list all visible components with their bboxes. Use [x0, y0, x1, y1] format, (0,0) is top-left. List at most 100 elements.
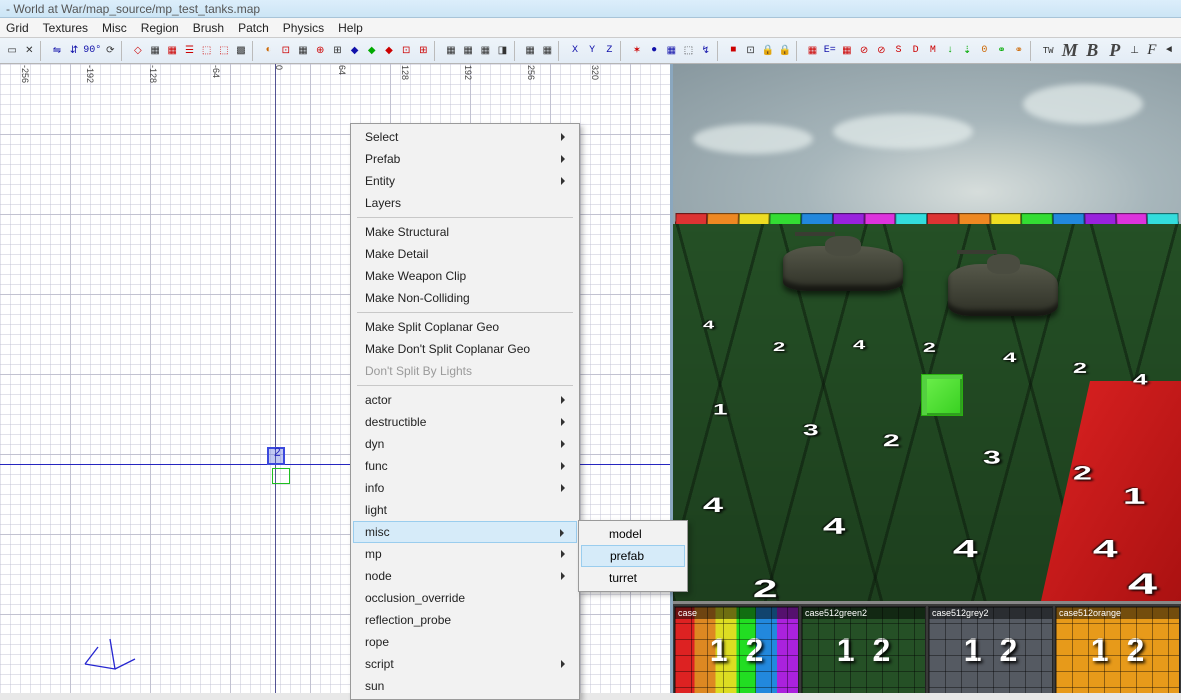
flip-y-icon[interactable]: ⇵ [66, 42, 82, 60]
tool-icon[interactable]: ▦ [295, 42, 311, 60]
tool-icon[interactable]: ⊞ [415, 42, 431, 60]
menu-item-make-structural[interactable]: Make Structural [353, 221, 577, 243]
tool-icon[interactable]: ⊘ [873, 42, 889, 60]
tool-icon[interactable]: ⬚ [216, 42, 232, 60]
tool-icon[interactable]: ⊕ [312, 42, 328, 60]
tool-icon[interactable]: ⊡ [742, 42, 758, 60]
tool-icon[interactable]: ▦ [443, 42, 459, 60]
texture-swatch[interactable]: case512orange12 [1055, 606, 1180, 693]
tool-icon[interactable]: ☰ [181, 42, 197, 60]
menu-item-actor[interactable]: actor [353, 389, 577, 411]
tool-icon[interactable]: ▩ [233, 42, 249, 60]
tool-icon[interactable]: ▦ [804, 42, 820, 60]
menu-help[interactable]: Help [338, 21, 363, 35]
arrow-down-icon[interactable]: ↓ [942, 42, 958, 60]
triangle-icon[interactable]: ◄ [1161, 42, 1177, 60]
tool-icon[interactable]: ▦ [147, 42, 163, 60]
tool-icon[interactable]: ✕ [21, 42, 37, 60]
axis-z-icon[interactable]: Z [601, 42, 617, 60]
tool-icon[interactable]: ▦ [663, 42, 679, 60]
menu-item-misc[interactable]: misc [353, 521, 577, 543]
tool-icon[interactable]: ▦ [839, 42, 855, 60]
menu-item-destructible[interactable]: destructible [353, 411, 577, 433]
selection-3d-gizmo[interactable] [921, 374, 963, 416]
tool-icon[interactable]: ▦ [164, 42, 180, 60]
tool-icon[interactable]: ▦ [477, 42, 493, 60]
menu-item-occlusion-override[interactable]: occlusion_override [353, 587, 577, 609]
menu-item-select[interactable]: Select [353, 126, 577, 148]
menu-patch[interactable]: Patch [238, 21, 269, 35]
tool-icon[interactable]: ◆ [364, 42, 380, 60]
submenu-item-turret[interactable]: turret [581, 567, 685, 589]
tool-icon[interactable]: ▦ [522, 42, 538, 60]
tool-icon[interactable]: ◨ [494, 42, 510, 60]
tool-icon[interactable]: ⬚ [199, 42, 215, 60]
tool-icon[interactable]: ● [646, 42, 662, 60]
menu-item-make-weapon-clip[interactable]: Make Weapon Clip [353, 265, 577, 287]
tool-icon[interactable]: 🔒 [777, 42, 793, 60]
tool-icon[interactable]: E= [822, 42, 838, 60]
axis-y-icon[interactable]: Y [584, 42, 600, 60]
tool-icon[interactable]: ▦ [539, 42, 555, 60]
texture-swatch[interactable]: case512green212 [801, 606, 926, 693]
menu-item-reflection-probe[interactable]: reflection_probe [353, 609, 577, 631]
context-submenu[interactable]: modelprefabturret [578, 520, 688, 592]
tool-icon[interactable]: 🔒 [760, 42, 776, 60]
menu-item-entity[interactable]: Entity [353, 170, 577, 192]
submenu-item-model[interactable]: model [581, 523, 685, 545]
menu-item-light[interactable]: light [353, 499, 577, 521]
cycle-layer-icon[interactable]: ⟳ [102, 42, 118, 60]
m-button[interactable]: M [1059, 42, 1081, 60]
menu-item-mp[interactable]: mp [353, 543, 577, 565]
tw-button[interactable]: TW [1038, 42, 1058, 60]
menu-item-rope[interactable]: rope [353, 631, 577, 653]
arrow-down-icon[interactable]: ⇣ [959, 42, 975, 60]
menu-physics[interactable]: Physics [283, 21, 324, 35]
menu-item-make-detail[interactable]: Make Detail [353, 243, 577, 265]
letter-s-icon[interactable]: S [890, 42, 906, 60]
menu-textures[interactable]: Textures [43, 21, 88, 35]
texture-swatch[interactable]: case12 [674, 606, 799, 693]
menu-item-make-don-t-split-coplanar-geo[interactable]: Make Don't Split Coplanar Geo [353, 338, 577, 360]
submenu-item-prefab[interactable]: prefab [581, 545, 685, 567]
menu-region[interactable]: Region [141, 21, 179, 35]
tool-icon[interactable]: ⊥ [1127, 42, 1143, 60]
tool-icon[interactable]: ⬚ [680, 42, 696, 60]
rotate-90-icon[interactable]: 90° [83, 42, 101, 60]
menu-item-layers[interactable]: Layers [353, 192, 577, 214]
zero-icon[interactable]: 0 [976, 42, 992, 60]
menu-grid[interactable]: Grid [6, 21, 29, 35]
texture-swatch[interactable]: case512grey212 [928, 606, 1053, 693]
tool-icon[interactable]: ▦ [460, 42, 476, 60]
p-button[interactable]: P [1104, 42, 1126, 60]
flip-x-icon[interactable]: ⇋ [49, 42, 65, 60]
people-icon[interactable]: ⚭ [994, 42, 1010, 60]
tool-icon[interactable]: ▭ [4, 42, 20, 60]
menu-item-prefab[interactable]: Prefab [353, 148, 577, 170]
context-menu[interactable]: SelectPrefabEntityLayersMake StructuralM… [350, 123, 580, 700]
b-button[interactable]: B [1082, 42, 1104, 60]
tool-icon[interactable]: ↯ [698, 42, 714, 60]
tool-icon[interactable]: ⊞ [329, 42, 345, 60]
tool-icon[interactable]: ◆ [347, 42, 363, 60]
preview-3d-view[interactable]: 1212121212121212 4 2 4 2 4 2 4 1 3 2 3 2… [673, 64, 1181, 601]
menu-item-make-non-colliding[interactable]: Make Non-Colliding [353, 287, 577, 309]
tool-icon[interactable]: ◇ [130, 42, 146, 60]
f-button[interactable]: F [1144, 42, 1160, 60]
tool-icon[interactable]: ◐ [261, 42, 277, 60]
letter-m-icon[interactable]: M [925, 42, 941, 60]
people-icon[interactable]: ⚭ [1011, 42, 1027, 60]
tool-icon[interactable]: ◆ [381, 42, 397, 60]
tool-icon[interactable]: ⊘ [856, 42, 872, 60]
tool-icon[interactable]: ■ [725, 42, 741, 60]
menu-item-func[interactable]: func [353, 455, 577, 477]
menu-brush[interactable]: Brush [193, 21, 224, 35]
tool-icon[interactable]: ✶ [629, 42, 645, 60]
menu-item-sun[interactable]: sun [353, 675, 577, 697]
tool-icon[interactable]: ⊡ [278, 42, 294, 60]
tool-icon[interactable]: ⊡ [398, 42, 414, 60]
menu-item-dyn[interactable]: dyn [353, 433, 577, 455]
letter-d-icon[interactable]: D [908, 42, 924, 60]
menu-item-script[interactable]: script [353, 653, 577, 675]
menu-item-make-split-coplanar-geo[interactable]: Make Split Coplanar Geo [353, 316, 577, 338]
